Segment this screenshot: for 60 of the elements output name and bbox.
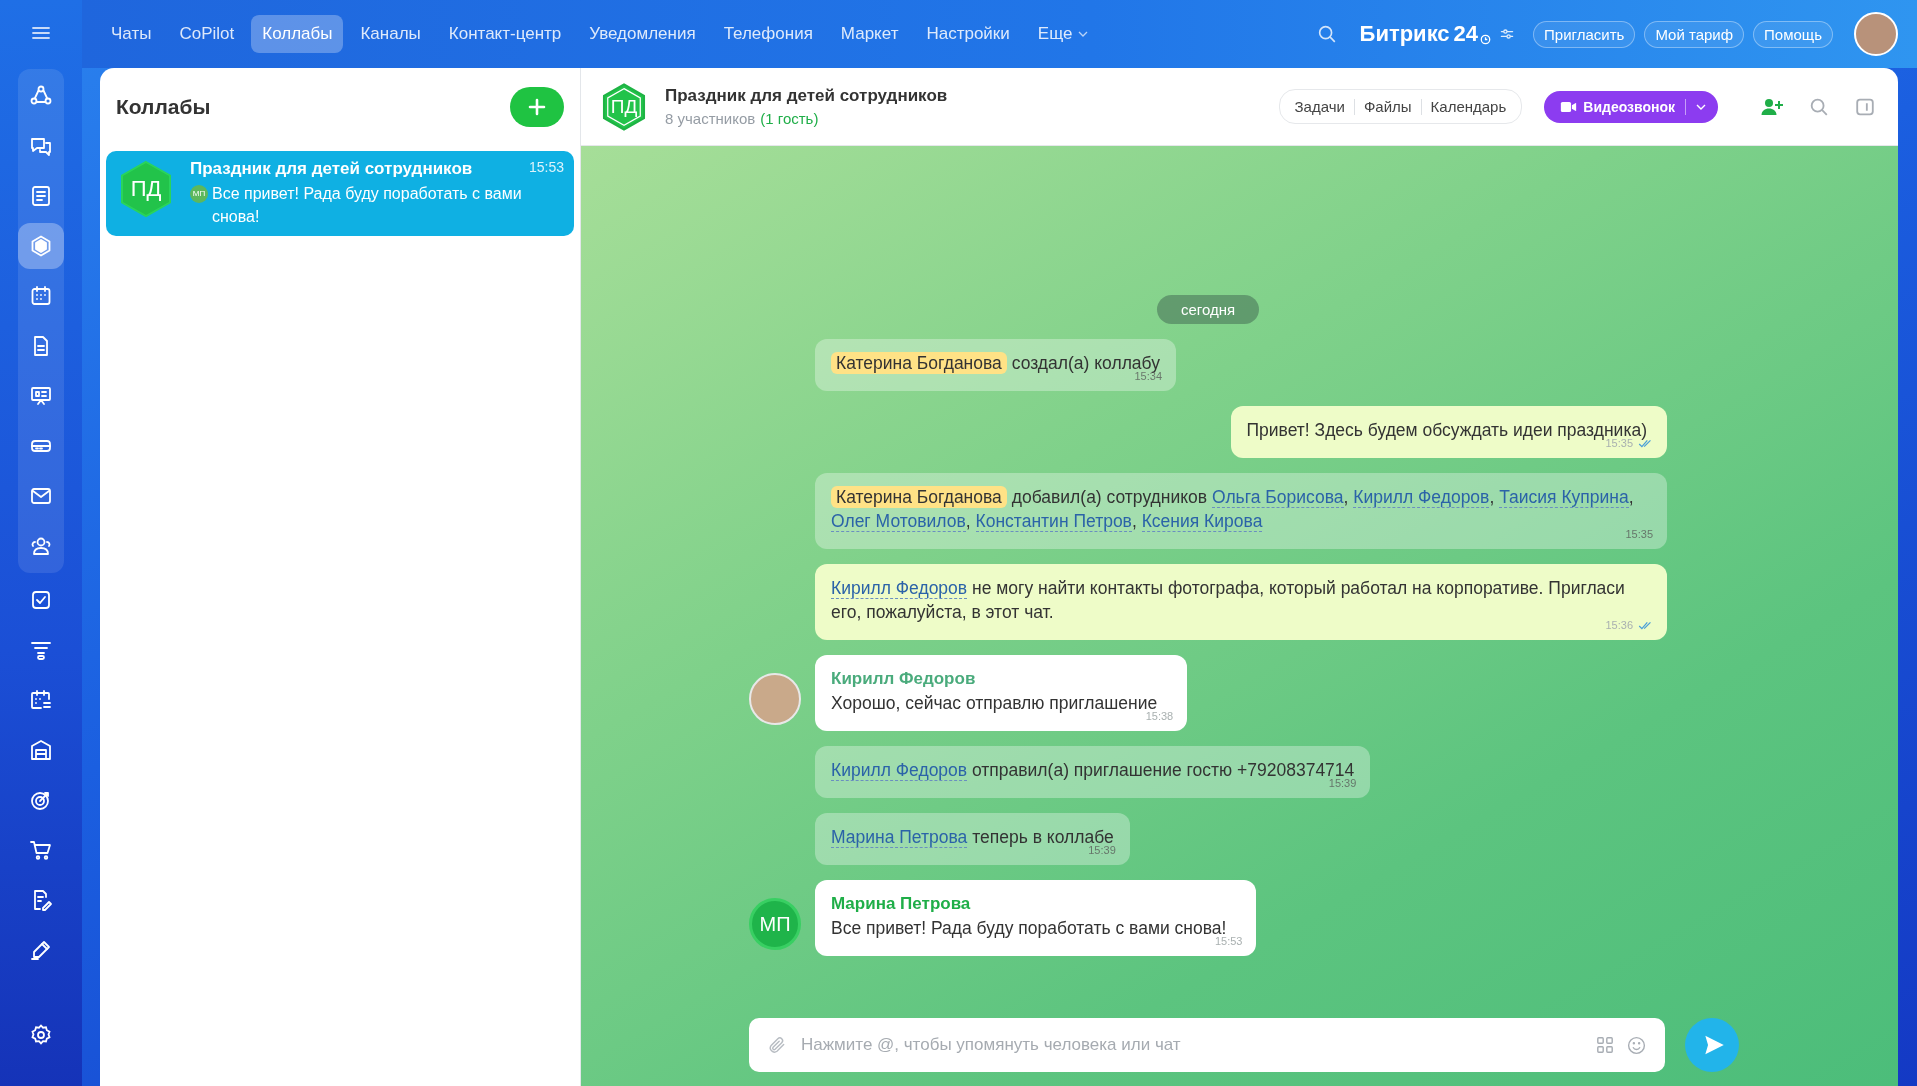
chat-time: 15:53 [528,159,564,177]
chat-title: Праздник для детей сотрудников [665,86,949,106]
add-button[interactable] [510,86,564,127]
caret-icon [1696,103,1706,110]
caret-icon [1078,31,1089,37]
guest-count[interactable]: (1 гость) [760,110,819,127]
hexagon-icon[interactable] [18,223,64,269]
chat-tab[interactable]: Календарь [1421,92,1516,121]
nav-tab[interactable]: Настройки [915,15,1021,53]
header-button[interactable]: Мой тариф [1644,20,1745,48]
message-text: Привет! Здесь будем обсуждать идеи праздника) [1246,419,1647,440]
video-camera-icon [1560,100,1578,113]
message-text: Хорошо, сейчас отправлю приглашение [831,692,1158,713]
nav-tab[interactable]: Коллабы [251,15,344,53]
message-time: 15:35 [1625,527,1653,542]
user-link[interactable]: Кирилл Федоров [831,760,968,781]
logo[interactable]: 24 [1453,21,1479,47]
sliders-icon[interactable] [1499,26,1516,42]
author-name[interactable]: Кирилл Федоров [831,667,1158,691]
user-mention[interactable]: Катерина Богданова [831,352,1007,374]
nav-tab[interactable]: Телефония [712,15,824,53]
user-avatar[interactable]: МП [749,898,801,950]
message-time: 15:39 [1088,843,1116,858]
header-button[interactable]: Пригласить [1533,20,1636,48]
paperclip-icon[interactable] [767,1035,787,1055]
sender-avatar: МП [190,185,208,203]
clock-icon [1480,34,1492,45]
user-link[interactable]: Таисия Куприна [1499,487,1629,508]
logo[interactable]: Битрикс [1359,21,1450,47]
plus-icon [527,96,547,117]
message-field[interactable]: Нажмите @, чтобы упомянуть человека или чат [749,1018,1665,1072]
user-link[interactable]: Константин Петров [975,511,1132,532]
nav-tab[interactable]: Каналы [349,15,432,53]
nav-tab[interactable]: Контакт-центр [437,15,573,53]
user-link[interactable]: Ольга Борисова [1211,487,1344,508]
chat-tab[interactable]: Задачи [1285,92,1354,121]
author-name[interactable]: Марина Петрова [831,892,1227,916]
nav-tab[interactable]: Уведомления [578,15,707,53]
nav-tab[interactable]: Маркет [829,15,910,53]
panel-title: Коллабы [116,94,211,119]
date-separator: сегодня [1156,295,1260,324]
user-link[interactable]: Кирилл Федоров [831,578,968,599]
nav-tab[interactable]: Чаты [100,15,163,53]
user-link[interactable]: Марина Петрова [831,827,968,848]
message-time: 15:39 [1328,776,1357,791]
user-mention[interactable]: Катерина Богданова [831,486,1007,508]
chat-list-item[interactable]: ПД Праздник для детей сотрудников 15:53 МП Все привет! Рада буду поработать с вами снова! [106,151,574,236]
video-call-button[interactable]: Видеозвонок [1544,90,1718,123]
send-button[interactable] [1685,1018,1739,1072]
message-input[interactable]: Нажмите @, чтобы упомянуть человека или чат [799,1034,1584,1056]
header-button[interactable]: Помощь [1753,20,1833,48]
user-link[interactable]: Олег Мотовилов [831,511,966,532]
user-link[interactable]: Ксения Кирова [1141,511,1263,532]
chat-title: Праздник для детей сотрудников [190,159,473,179]
user-link[interactable]: Кирилл Федоров [1353,487,1490,508]
nav-tab[interactable]: CoPilot [168,15,246,53]
message-preview: Все привет! Рада буду поработать с вами снова! [212,184,523,227]
nav-tab[interactable]: Еще [1026,15,1100,53]
chat-tab[interactable]: Файлы [1354,92,1421,121]
member-count[interactable]: 8 участников [665,110,756,127]
